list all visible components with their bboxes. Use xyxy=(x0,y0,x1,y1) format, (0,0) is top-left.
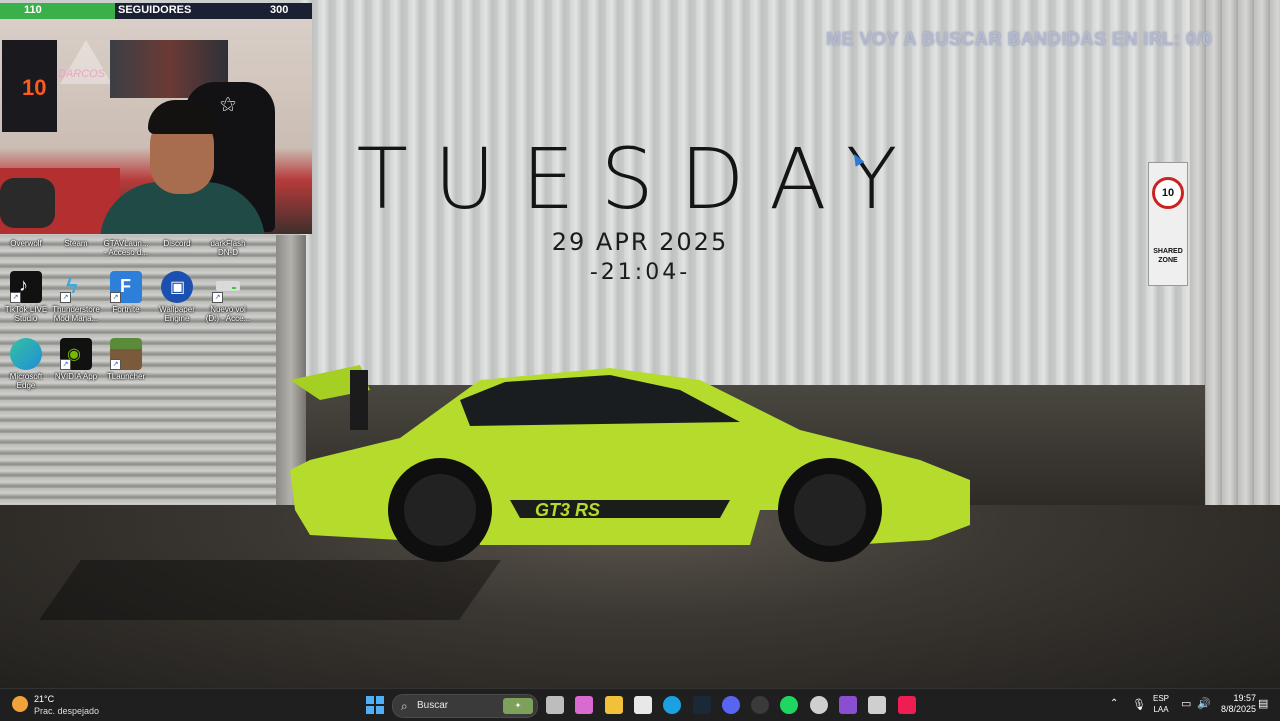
neon-sign: DARCOS xyxy=(58,68,106,80)
notification-icon[interactable]: ▤ xyxy=(1258,697,1268,710)
followers-current: 110 xyxy=(24,4,42,16)
steam-icon[interactable] xyxy=(692,696,711,714)
search-box[interactable]: ⌕ Buscar ✦ xyxy=(392,694,538,718)
poster-number: 10 xyxy=(22,75,47,100)
fortnite-icon: F ↗ xyxy=(110,271,142,303)
wallpaper-engine-icon: ▣ xyxy=(161,271,193,303)
weather-condition: Prac. despejado xyxy=(34,706,100,716)
taskbar: 21°C Prac. despejado ⌕ Buscar ✦ ⌃ 🎙 ESP … xyxy=(0,688,1280,721)
desktop-icon-label: TikTok LIVE Studio xyxy=(4,305,48,323)
desktop-icon-thunderstore[interactable]: ϟ ↗ Thunderstore Mod Mana... xyxy=(50,271,102,323)
microphone-icon[interactable]: 🎙 xyxy=(1132,698,1146,711)
desktop-icon-label: Overwolf xyxy=(10,239,42,248)
obs-icon[interactable] xyxy=(751,696,770,714)
desktop-icon-overwolf[interactable]: Overwolf xyxy=(0,239,52,248)
followers-label: SEGUIDORES xyxy=(118,4,192,16)
weather-icon xyxy=(12,696,28,712)
desktop-icon-gtav-launcher[interactable]: GTAVLaun... - Acceso d... xyxy=(100,239,152,257)
sign-number: 10 xyxy=(1152,177,1184,209)
tiktok-icon[interactable] xyxy=(897,696,916,714)
clock-time: 19:57 xyxy=(1233,693,1256,703)
clock-date: 8/8/2025 xyxy=(1220,704,1256,714)
search-highlight-icon: ✦ xyxy=(503,698,533,714)
discord-icon[interactable] xyxy=(721,696,740,714)
desktop-icon-label: Steam xyxy=(64,239,88,248)
desktop-icon-label: Fortnite xyxy=(112,305,140,314)
desktop-icon-discord[interactable]: Discord xyxy=(151,239,203,248)
webcam-overlay: 10 DARCOS ⚝ xyxy=(0,18,312,234)
desktop-icon-nvidia-app[interactable]: ◉ ↗ NVIDIA App xyxy=(50,338,102,381)
bag xyxy=(0,178,55,228)
stream-goal-overlay: ME VOY A BUSCAR BANDIDAS EN IRL: 0/0 xyxy=(826,29,1213,49)
desktop-icon-label: Thunderstore Mod Mana... xyxy=(52,305,100,323)
desktop-icon-darkflash[interactable]: darkFlash DN-D xyxy=(202,239,254,257)
desktop-icon-tlauncher[interactable]: ↗ TLauncher xyxy=(100,338,152,381)
desktop-icon-edge[interactable]: Microsoft Edge xyxy=(0,338,52,390)
copilot-icon[interactable] xyxy=(575,696,594,714)
shortcut-arrow-icon: ↗ xyxy=(110,292,121,303)
language-code: ESP xyxy=(1152,694,1169,703)
desktop-icon-label: Wallpaper Engine xyxy=(159,305,195,323)
network-icon[interactable]: ▭ xyxy=(1181,697,1191,710)
edge-icon[interactable] xyxy=(663,696,682,714)
nvidia-icon: ◉ ↗ xyxy=(60,338,92,370)
desktop-icon-label: GTAVLaun... - Acceso d... xyxy=(103,239,149,257)
desktop-icon-wallpaper-engine[interactable]: ▣ Wallpaper Engine xyxy=(151,271,203,323)
system-clock[interactable]: 19:57 8/8/2025 xyxy=(1212,693,1256,715)
task-view-icon[interactable] xyxy=(546,696,564,714)
microsoft-store-icon[interactable] xyxy=(633,696,652,714)
desktop-icon-tiktok-live-studio[interactable]: ♪ ↗ TikTok LIVE Studio xyxy=(0,271,52,323)
desktop-icon-label: Nuevo vol (D:) - Acce... xyxy=(205,305,251,323)
desktop-icon-drive[interactable]: ↗ Nuevo vol (D:) - Acce... xyxy=(202,271,254,323)
widget-time: -21:04- xyxy=(589,260,691,285)
desktop-icon-label: NVIDIA App xyxy=(54,372,98,381)
drive-icon: ↗ xyxy=(212,271,244,303)
streamer-hair xyxy=(148,100,218,134)
desktop-icon-label: darkFlash DN-D xyxy=(210,239,246,257)
language-indicator[interactable]: ESP LAA xyxy=(1150,693,1172,715)
keyboard-icon[interactable] xyxy=(868,696,887,714)
volume-icon[interactable]: 🔊 xyxy=(1197,697,1211,710)
widget-date: 29 APR 2025 xyxy=(551,228,729,256)
wall-poster: 10 xyxy=(2,40,57,132)
file-explorer-icon[interactable] xyxy=(604,696,623,714)
settings-icon[interactable] xyxy=(809,696,828,714)
tiktok-icon: ♪ ↗ xyxy=(10,271,42,303)
keyboard-layout: LAA xyxy=(1153,705,1169,714)
tray-chevron-icon[interactable]: ⌃ xyxy=(1110,698,1118,709)
desktop-icon-steam[interactable]: Steam xyxy=(50,239,102,248)
app-icon[interactable] xyxy=(839,696,857,714)
street-sign: 10 SHARED ZONE xyxy=(1148,162,1188,286)
followers-target: 300 xyxy=(270,4,289,16)
followers-progress-fill xyxy=(0,3,116,19)
streamer xyxy=(100,100,265,234)
desktop-icon-label: TLauncher xyxy=(106,372,146,381)
sign-text: SHARED ZONE xyxy=(1153,248,1183,264)
spotify-icon[interactable] xyxy=(780,696,799,714)
followers-goal-bar: 110 SEGUIDORES 300 xyxy=(0,3,312,19)
shortcut-arrow-icon: ↗ xyxy=(110,359,121,370)
shortcut-arrow-icon: ↗ xyxy=(212,292,223,303)
search-icon: ⌕ xyxy=(401,699,408,713)
desktop-icon-label: Microsoft Edge xyxy=(9,372,43,390)
desktop-icon-fortnite[interactable]: F ↗ Fortnite xyxy=(100,271,152,314)
widget-day: TUESDAY xyxy=(356,130,924,228)
wallpaper-car: GT3 RS xyxy=(290,365,970,562)
desktop-icon-label: Discord xyxy=(163,239,191,248)
shortcut-arrow-icon: ↗ xyxy=(10,292,21,303)
thunderstore-icon: ϟ ↗ xyxy=(60,271,92,303)
start-button[interactable] xyxy=(366,696,384,714)
shortcut-arrow-icon: ↗ xyxy=(60,292,71,303)
weather-temp: 21°C xyxy=(34,694,55,704)
svg-text:GT3 RS: GT3 RS xyxy=(535,500,600,520)
shortcut-arrow-icon: ↗ xyxy=(60,359,71,370)
tlauncher-icon: ↗ xyxy=(110,338,142,370)
edge-icon xyxy=(10,338,42,370)
search-placeholder: Buscar xyxy=(417,700,449,711)
